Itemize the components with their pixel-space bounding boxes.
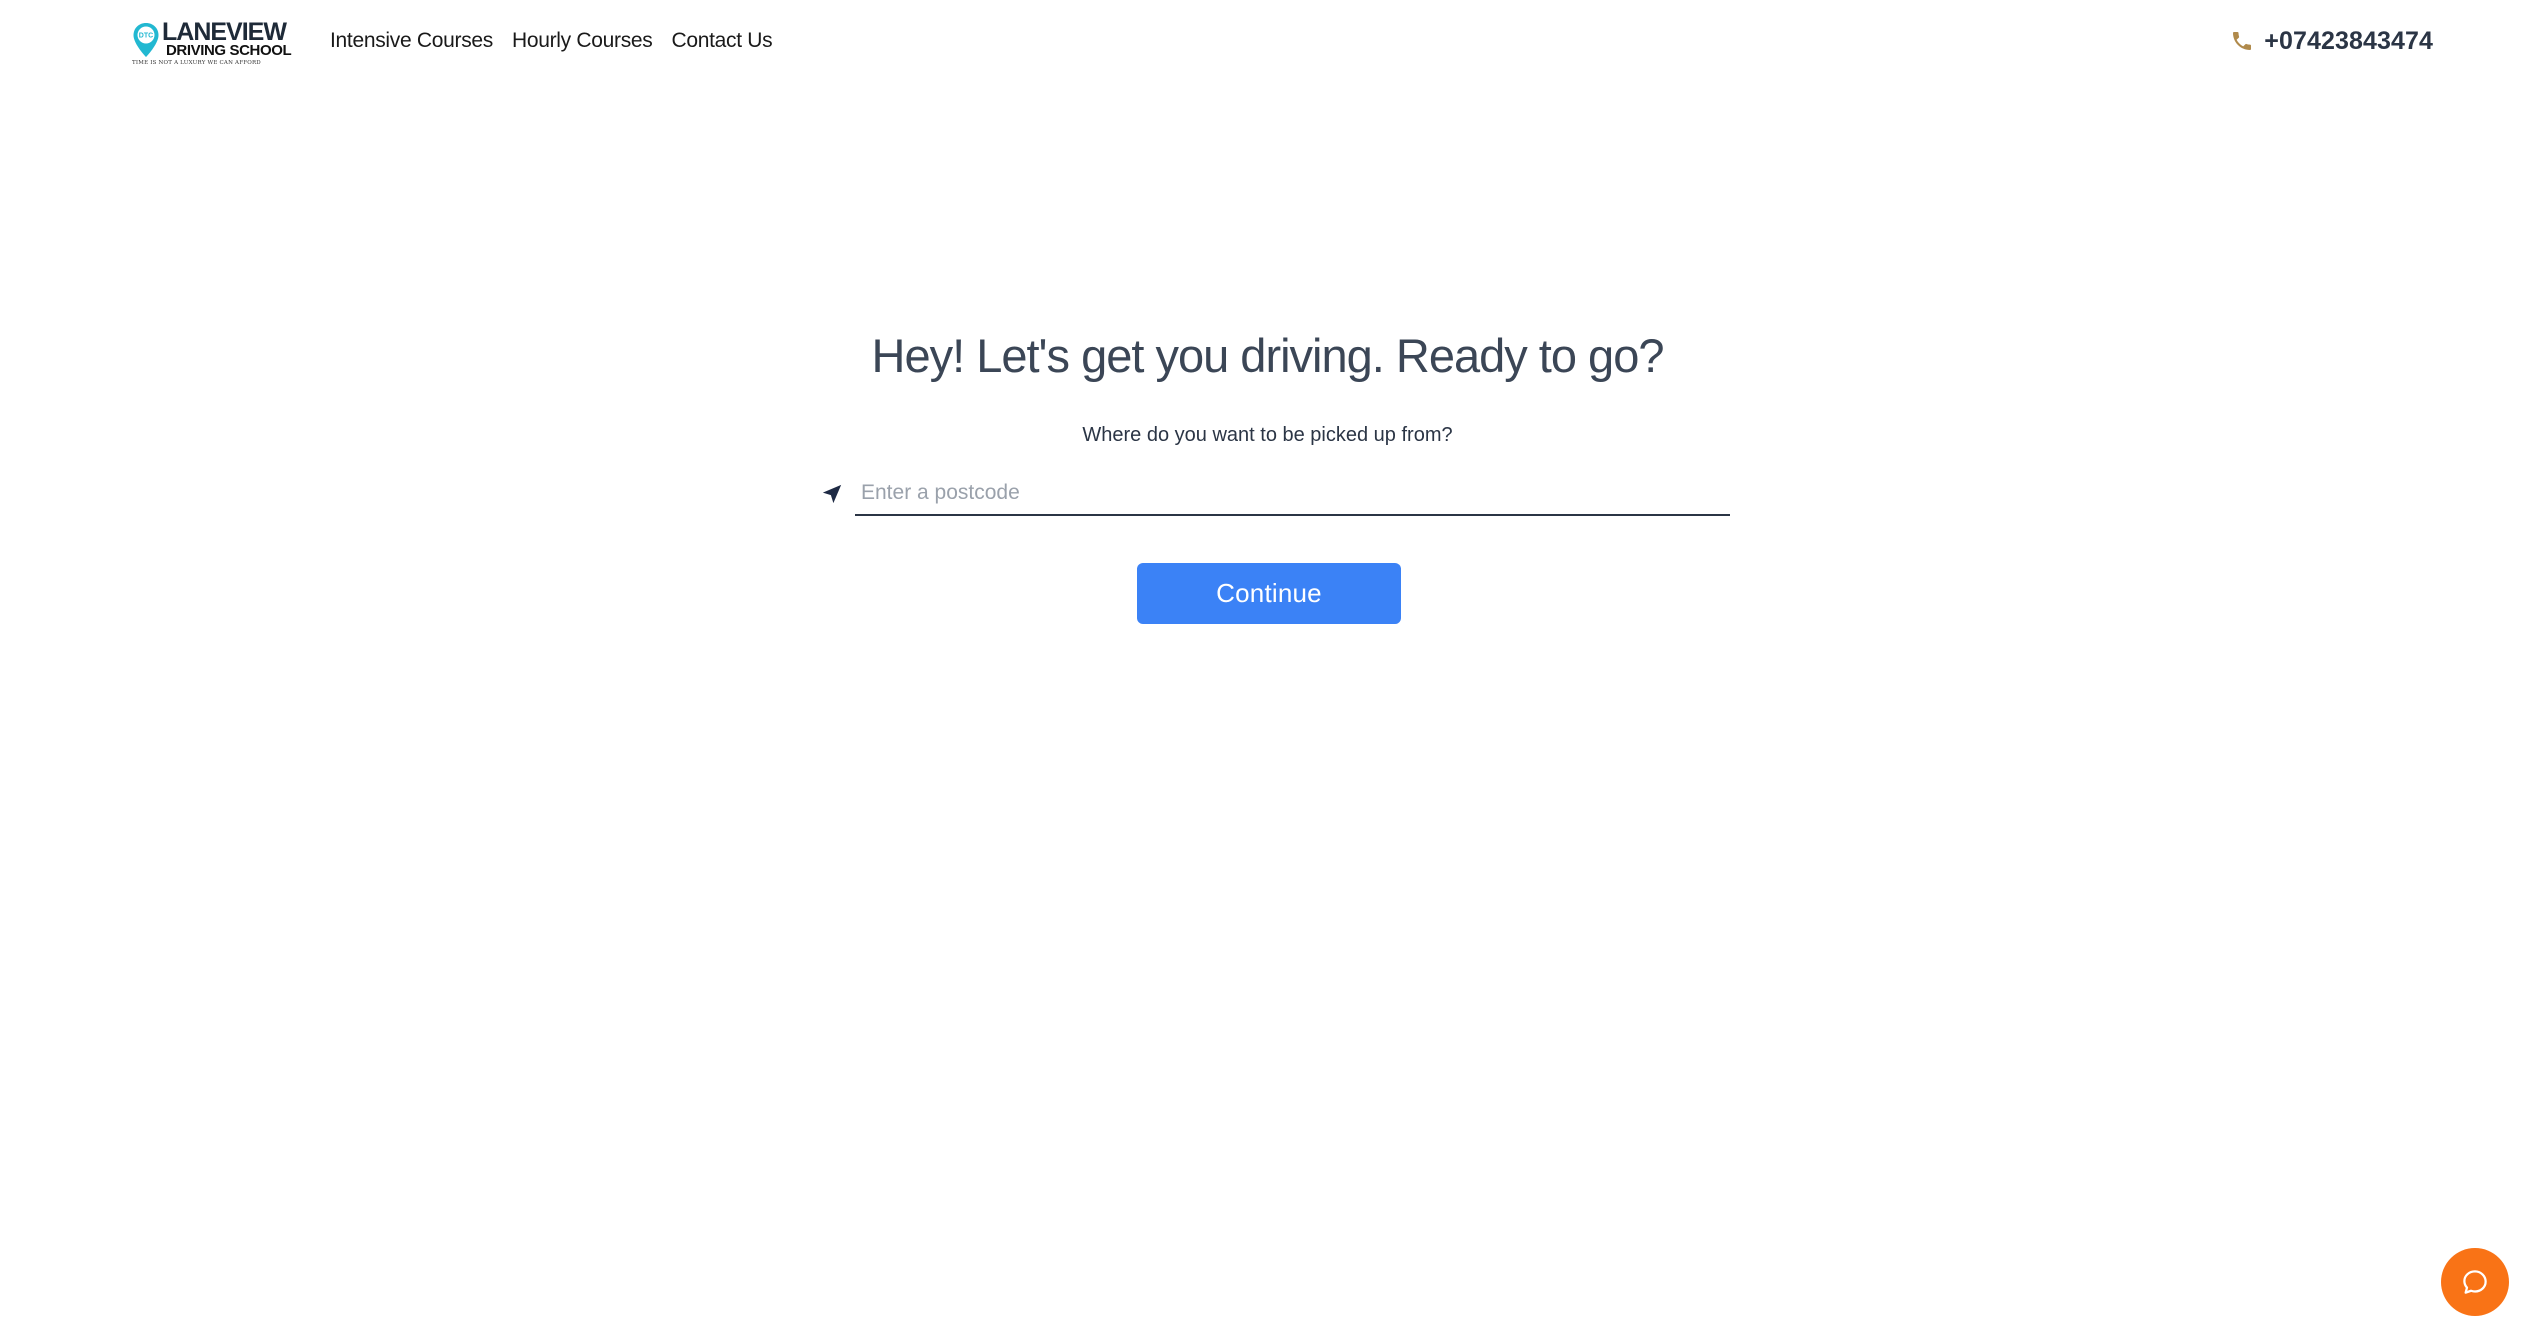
pickup-question: Where do you want to be picked up from? bbox=[1082, 424, 1453, 446]
nav-intensive-courses[interactable]: Intensive Courses bbox=[330, 28, 493, 54]
site-logo[interactable]: DTC LANEVIEW DRIVING SCHOOL TIME IS NOT … bbox=[132, 20, 292, 68]
phone-icon bbox=[2233, 32, 2252, 50]
logo-tagline: TIME IS NOT A LUXURY WE CAN AFFORD bbox=[132, 60, 261, 66]
logo-pin-text: DTC bbox=[139, 33, 153, 40]
map-pin-logo-icon: DTC bbox=[133, 23, 159, 57]
phone-number: +07423843474 bbox=[2264, 27, 2433, 55]
nav-hourly-courses[interactable]: Hourly Courses bbox=[512, 28, 653, 54]
nav-contact-us[interactable]: Contact Us bbox=[672, 28, 773, 54]
main-nav: Intensive Courses Hourly Courses Contact… bbox=[330, 28, 773, 54]
phone-link[interactable]: +07423843474 bbox=[2230, 26, 2433, 56]
page-title: Hey! Let's get you driving. Ready to go? bbox=[871, 329, 1665, 382]
postcode-input[interactable] bbox=[855, 472, 1730, 516]
site-header: DTC LANEVIEW DRIVING SCHOOL TIME IS NOT … bbox=[0, 0, 2535, 86]
logo-subtitle: DRIVING SCHOOL bbox=[166, 42, 292, 59]
chat-button[interactable] bbox=[2441, 1248, 2509, 1316]
continue-button[interactable]: Continue bbox=[1137, 563, 1401, 624]
chat-bubble-icon bbox=[2463, 1270, 2487, 1294]
location-arrow-icon[interactable] bbox=[821, 483, 843, 505]
